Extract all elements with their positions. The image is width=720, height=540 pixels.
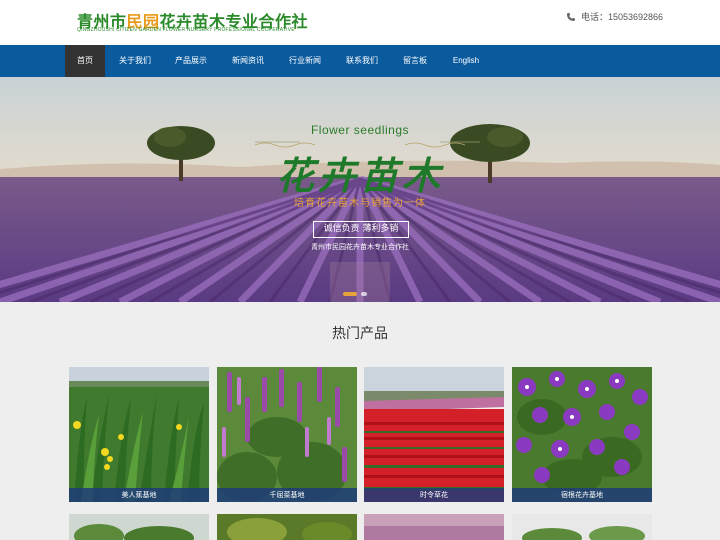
nav-item-guestbook[interactable]: 留言板 (393, 45, 437, 77)
product-card-perennial-flowers[interactable]: 宿根花卉基地 (512, 367, 652, 502)
phone-number: 电话：15053692866 (581, 12, 664, 22)
product-caption: 时令草花 (364, 488, 504, 502)
product-image (364, 514, 504, 540)
nav-item-contact[interactable]: 联系我们 (336, 45, 388, 77)
nav-item-products[interactable]: 产品展示 (165, 45, 217, 77)
carousel-dot[interactable] (361, 292, 367, 296)
product-card-row2-3[interactable] (364, 514, 504, 540)
product-caption: 美人蕉基地 (69, 488, 209, 502)
lythrum-image (217, 367, 357, 502)
product-image (69, 514, 209, 540)
phone-contact: 电话：15053692866 (566, 10, 663, 23)
perennial-flowers-image (512, 367, 652, 502)
canna-image (69, 367, 209, 502)
product-caption: 宿根花卉基地 (512, 488, 652, 502)
nav-item-home[interactable]: 首页 (65, 45, 105, 77)
product-caption: 千屈菜基地 (217, 488, 357, 502)
site-header: 青州市民园花卉苗木专业合作社 QINGZHOUSHI CITIZEN GARDE… (0, 0, 720, 45)
banner-chinese-title: 花卉苗木 (275, 153, 444, 198)
product-card-row2-1[interactable] (69, 514, 209, 540)
nav-item-about[interactable]: 关于我们 (109, 45, 161, 77)
seasonal-flowers-image (364, 367, 504, 502)
product-image (217, 514, 357, 540)
banner-english-title: Flower seedlings (310, 123, 410, 137)
nav-item-news[interactable]: 新闻资讯 (222, 45, 274, 77)
banner-tagline-box: 诚信负责 薄利多销 (313, 221, 409, 238)
main-nav: 首页 关于我们 产品展示 新闻资讯 行业新闻 联系我们 留言板 English (0, 45, 720, 77)
phone-icon (567, 12, 575, 21)
product-card-row2-4[interactable] (512, 514, 652, 540)
product-card-canna[interactable]: 美人蕉基地 (69, 367, 209, 502)
product-card-row2-2[interactable] (217, 514, 357, 540)
product-card-lythrum[interactable]: 千屈菜基地 (217, 367, 357, 502)
nav-item-industry-news[interactable]: 行业新闻 (279, 45, 331, 77)
hero-banner[interactable]: Flower seedlings 花卉苗木 培育花卉苗木与销售为一体 诚信负责 … (0, 77, 720, 302)
banner-cooperative-name: 青州市民园花卉苗木专业合作社 (311, 243, 409, 251)
nav-item-english[interactable]: English (444, 45, 488, 77)
product-image (512, 514, 652, 540)
logo-subtitle: QINGZHOUSHI CITIZEN GARDEN FLOWER NURSER… (77, 27, 295, 33)
product-card-seasonal-flowers[interactable]: 时令草花 (364, 367, 504, 502)
banner-slogan: 培育花卉苗木与销售为一体 (294, 198, 426, 209)
hot-products-title: 热门产品 (332, 326, 388, 342)
carousel-dot-active[interactable] (343, 292, 357, 296)
